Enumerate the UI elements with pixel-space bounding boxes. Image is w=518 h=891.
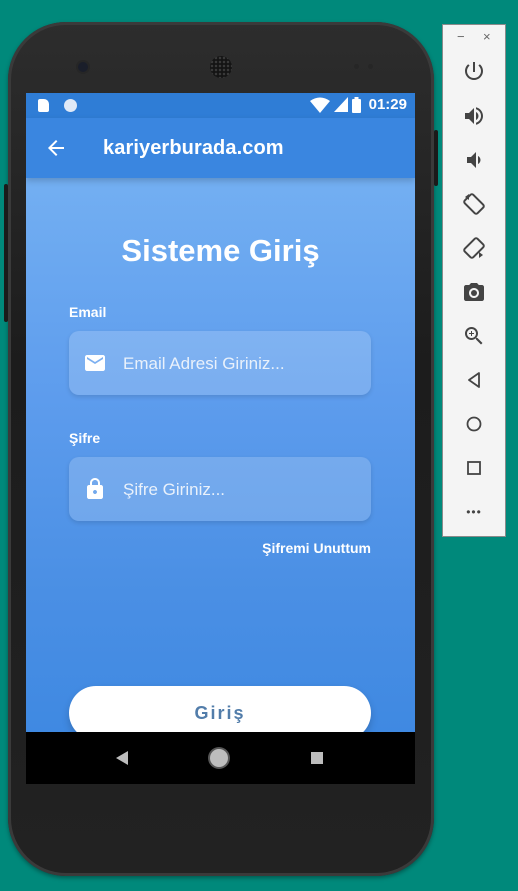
home-circle-icon[interactable] — [210, 749, 228, 767]
page-title: Sisteme Giriş — [121, 233, 320, 268]
overview-icon[interactable] — [462, 456, 486, 480]
lock-icon — [87, 478, 103, 499]
battery-icon — [351, 96, 361, 113]
earpiece-speaker — [210, 56, 232, 78]
wifi-icon — [309, 97, 330, 113]
mail-icon — [85, 355, 105, 371]
minimize-button[interactable]: − — [457, 30, 465, 43]
close-button[interactable]: × — [483, 30, 491, 43]
status-time: 01:29 — [368, 96, 407, 113]
volume-rocker — [434, 130, 438, 186]
side-button — [4, 184, 8, 322]
back-icon[interactable] — [462, 368, 486, 392]
email-input[interactable] — [121, 331, 365, 397]
light-sensor — [368, 64, 373, 69]
front-camera — [78, 62, 88, 72]
zoom-icon[interactable] — [462, 324, 486, 348]
signal-icon — [333, 97, 348, 112]
volume-up-icon[interactable] — [462, 104, 486, 128]
rotate-left-icon[interactable] — [462, 192, 486, 216]
arrow-left-icon[interactable] — [44, 136, 68, 160]
proximity-sensor — [354, 64, 359, 69]
emulator-toolbar: − × ••• — [442, 24, 506, 537]
more-icon[interactable]: ••• — [462, 500, 486, 524]
camera-icon[interactable] — [462, 280, 486, 304]
app-bar: kariyerburada.com — [26, 118, 415, 178]
login-form: Sisteme Giriş Email Şifre Şifremi Unuttu… — [26, 178, 415, 740]
back-triangle-icon[interactable] — [116, 751, 128, 765]
sync-circle-icon — [64, 99, 77, 112]
home-icon[interactable] — [462, 412, 486, 436]
android-nav-bar — [26, 732, 415, 784]
email-field — [69, 331, 371, 397]
status-bar: 01:29 — [26, 93, 415, 118]
password-field — [69, 457, 371, 523]
device-screen: 01:29 kariyerburada.com Sisteme Giriş Em… — [26, 93, 415, 784]
email-label: Email — [69, 304, 107, 320]
forgot-password-link[interactable]: Şifremi Unuttum — [262, 540, 371, 556]
rotate-right-icon[interactable] — [462, 236, 486, 260]
sd-card-icon — [38, 99, 49, 112]
password-input[interactable] — [121, 457, 365, 523]
power-icon[interactable] — [462, 59, 486, 83]
app-title: kariyerburada.com — [103, 137, 284, 159]
volume-down-icon[interactable] — [462, 148, 486, 172]
password-label: Şifre — [69, 430, 101, 446]
recent-square-icon[interactable] — [311, 752, 323, 764]
